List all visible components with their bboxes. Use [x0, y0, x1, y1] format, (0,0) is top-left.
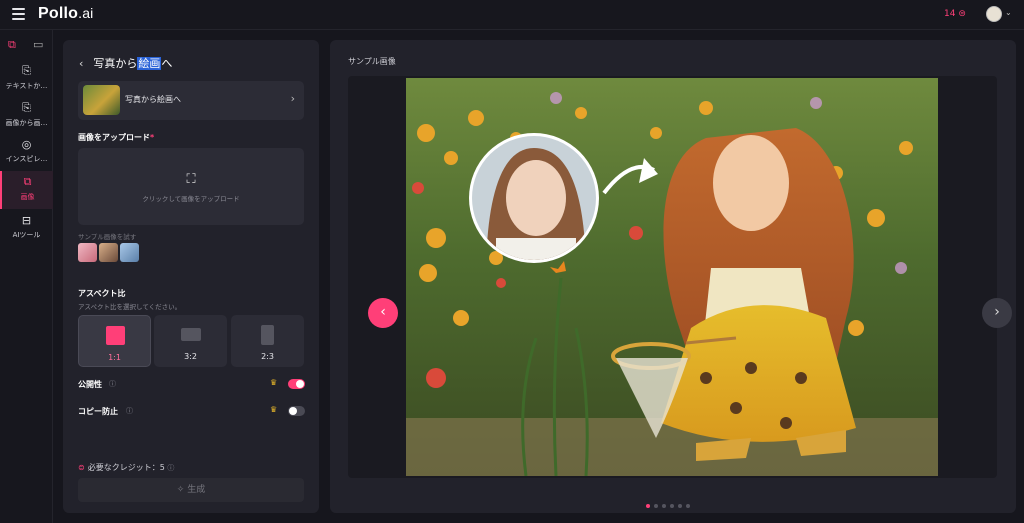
required-mark: * — [150, 133, 155, 142]
sample-painting — [406, 78, 938, 476]
avatar[interactable] — [986, 6, 1002, 22]
sample-image[interactable] — [99, 243, 118, 262]
carousel-dots — [646, 493, 694, 508]
info-icon[interactable]: ⓘ — [167, 464, 174, 472]
aspect-subtitle: アスペクト比を選択してください。 — [78, 303, 182, 311]
previous-button[interactable]: ‹ — [368, 298, 398, 328]
logo[interactable]: Pollo.ai — [38, 5, 94, 23]
video-mode-icon[interactable]: ▭ — [33, 38, 43, 51]
sparkle-icon: ✧ — [176, 485, 185, 495]
rail-item-label: テキストか… — [5, 82, 48, 90]
ratio-label: 2:3 — [261, 352, 274, 361]
public-label: 公開性 — [78, 380, 102, 389]
copy-protect-toggle-row: コピー防止 ⓘ ♛ — [78, 405, 305, 419]
credits-value: 14 — [944, 9, 956, 19]
generate-label: 生成 — [187, 485, 206, 495]
info-icon[interactable]: ⓘ — [126, 406, 133, 416]
rail-item-inspiration[interactable]: ◎ インスピレ… — [0, 134, 53, 172]
sample-images — [78, 243, 141, 263]
ratio-label: 3:2 — [184, 352, 197, 361]
upload-heading: 画像をアップロード* — [78, 132, 154, 143]
image-icon: ⧉ — [23, 175, 32, 188]
credits-required-text: 必要なクレジット：5 — [87, 463, 165, 472]
carousel-dot[interactable] — [678, 504, 682, 508]
settings-panel: ‹ 写真から絵画へ 写真から絵画へ › 画像をアップロード* ⛶ クリックして画像… — [63, 40, 319, 513]
switch-knob — [296, 380, 304, 388]
carousel-dot[interactable] — [662, 504, 666, 508]
compass-icon: ◎ — [21, 138, 32, 151]
rail-item-label: AIツール — [12, 231, 41, 239]
preview-stage: ‹ › — [348, 76, 1012, 478]
copy-protect-switch[interactable] — [288, 406, 305, 416]
logo-suffix: .ai — [78, 5, 94, 21]
crown-icon: ♛ — [270, 378, 278, 387]
ratio-option-2-3[interactable]: 2:3 — [231, 315, 304, 367]
credits-counter[interactable]: 14 ⊜ — [944, 9, 966, 19]
next-button[interactable]: › — [982, 298, 1012, 328]
generate-button[interactable]: ✧ 生成 — [78, 478, 304, 502]
upload-heading-text: 画像をアップロード — [78, 133, 150, 142]
logo-text: Pollo — [38, 5, 79, 22]
chevron-left-icon: ‹ — [380, 304, 386, 320]
image-mode-icon[interactable]: ⧉ — [8, 38, 16, 52]
chevron-down-icon[interactable]: ⌄ — [1005, 8, 1012, 17]
rail-item-label: 画像から画… — [5, 119, 48, 127]
info-icon[interactable]: ⓘ — [109, 379, 116, 389]
preview-panel: サンプル画像 ‹ › — [330, 40, 1016, 513]
sample-image[interactable] — [120, 243, 139, 262]
rail-item-ai-tools[interactable]: ⊟ AIツール — [0, 210, 53, 248]
carousel-dot[interactable] — [670, 504, 674, 508]
coin-icon: ⊜ — [78, 463, 85, 472]
rail-item-image[interactable]: ⧉ 画像 — [0, 171, 53, 209]
page-title: ‹ 写真から絵画へ — [79, 55, 172, 71]
aspect-heading: アスペクト比 — [78, 289, 126, 298]
upload-dropzone[interactable]: ⛶ クリックして画像をアップロード — [78, 148, 304, 225]
ratio-option-3-2[interactable]: 3:2 — [154, 315, 227, 367]
sample-label: サンプル画像を試す — [78, 233, 137, 241]
carousel-dot[interactable] — [686, 504, 690, 508]
sample-image[interactable] — [78, 243, 97, 262]
rail-item-image-to-video[interactable]: ⎘ 画像から画… — [0, 97, 53, 135]
chevron-right-icon: › — [290, 92, 295, 105]
template-label: 写真から絵画へ — [125, 95, 181, 104]
toolbox-icon: ⊟ — [21, 214, 32, 227]
title-highlight: 絵画 — [137, 57, 162, 70]
text-to-video-icon: ⎘ — [22, 64, 31, 77]
coin-icon: ⊜ — [958, 9, 966, 19]
menu-icon[interactable] — [12, 8, 25, 21]
square-shape-icon — [106, 326, 125, 345]
template-selector[interactable]: 写真から絵画へ › — [78, 81, 304, 120]
carousel-dot[interactable] — [654, 504, 658, 508]
rail-item-label: インスピレ… — [5, 155, 48, 163]
crown-icon: ♛ — [270, 405, 278, 414]
upload-hint: クリックして画像をアップロード — [142, 195, 240, 203]
rail-item-text-to-video[interactable]: ⎘ テキストか… — [0, 60, 53, 98]
template-thumbnail — [83, 85, 120, 115]
portrait-shape-icon — [261, 325, 274, 345]
landscape-shape-icon — [181, 328, 201, 341]
upload-image-icon: ⛶ — [186, 172, 196, 187]
rail-item-label: 画像 — [20, 193, 35, 201]
ratio-option-1-1[interactable]: 1:1 — [78, 315, 151, 367]
preview-title: サンプル画像 — [348, 57, 396, 66]
image-to-video-icon: ⎘ — [22, 101, 31, 114]
top-bar: Pollo.ai 14 ⊜ ⌄ — [0, 0, 1024, 30]
carousel-dot[interactable] — [646, 504, 650, 508]
credits-required: ⊜ 必要なクレジット：5 ⓘ — [78, 462, 174, 473]
ratio-label: 1:1 — [108, 353, 121, 362]
public-toggle-row: 公開性 ⓘ ♛ — [78, 378, 305, 392]
public-switch[interactable] — [288, 379, 305, 389]
switch-knob — [289, 407, 297, 415]
mode-switcher: ⧉ ▭ — [0, 36, 53, 54]
icon-rail: ⧉ ▭ ⎘ テキストか… ⎘ 画像から画… ◎ インスピレ… ⧉ 画像 ⊟ AI… — [0, 30, 53, 523]
back-icon[interactable]: ‹ — [79, 57, 83, 70]
title-prefix: 写真から — [93, 57, 138, 70]
copy-protect-label: コピー防止 — [78, 407, 118, 416]
title-suffix: へ — [161, 57, 173, 70]
chevron-right-icon: › — [994, 304, 1000, 320]
